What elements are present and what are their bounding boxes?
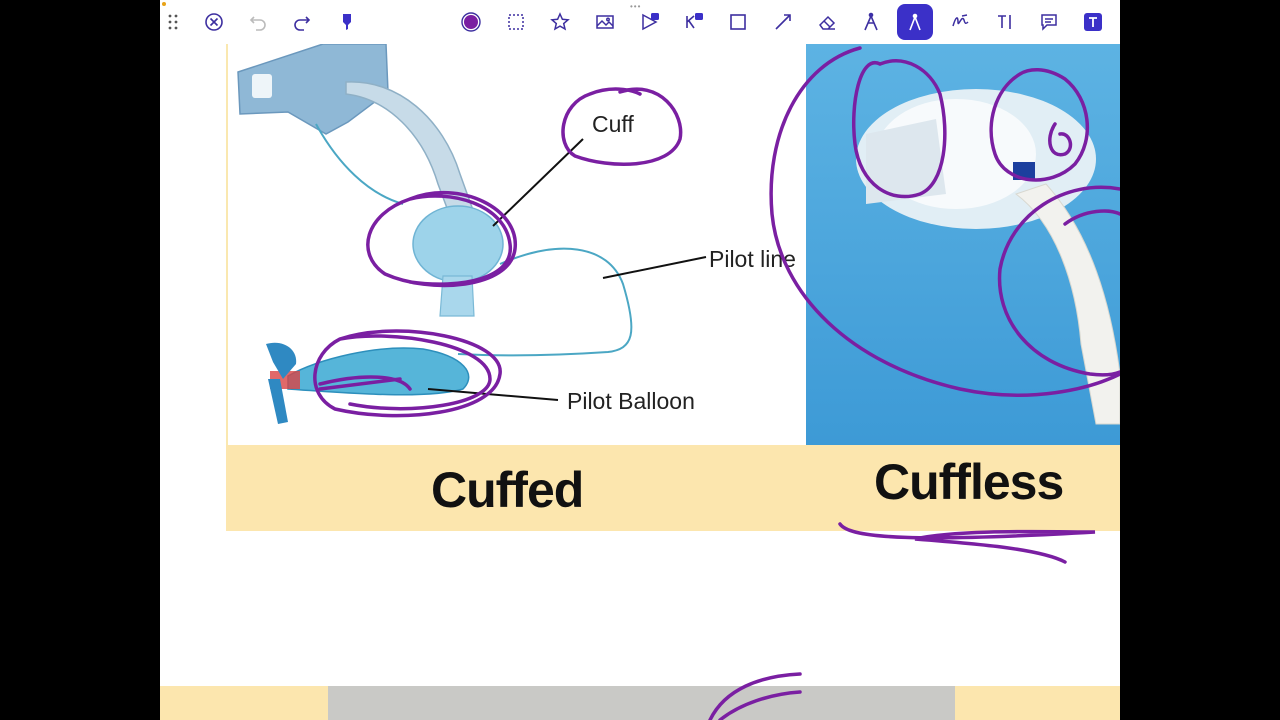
ink-circle-tube — [997, 185, 1120, 377]
document-page[interactable]: Cuff Pilot line Pilot Balloon Cuffed Cuf… — [160, 44, 1120, 720]
laser-pointer-icon[interactable] — [897, 4, 933, 40]
star-icon[interactable] — [545, 7, 575, 37]
undo-icon[interactable] — [243, 7, 273, 37]
close-icon[interactable] — [199, 7, 229, 37]
status-dot — [162, 2, 166, 6]
line-icon[interactable] — [768, 7, 798, 37]
highlighter-icon[interactable] — [332, 7, 362, 37]
drag-handle-icon[interactable] — [160, 7, 188, 37]
text-box-icon[interactable] — [1078, 7, 1108, 37]
color-picker-icon[interactable] — [456, 7, 486, 37]
eraser-icon[interactable] — [812, 7, 842, 37]
keynote-icon[interactable] — [679, 7, 709, 37]
ink-circle-pilot-balloon — [313, 329, 502, 418]
comment-icon[interactable] — [1034, 7, 1064, 37]
ink-circle-flange — [851, 59, 947, 199]
ink-scribble-pilot-balloon — [318, 375, 412, 391]
ink-circle-cuff — [366, 190, 517, 288]
redo-icon[interactable] — [287, 7, 317, 37]
signature-icon[interactable] — [945, 7, 975, 37]
ink-annotations — [313, 46, 1120, 720]
ink-circle-cuff-label — [561, 87, 683, 166]
text-tool-icon[interactable] — [990, 7, 1020, 37]
annotation-toolbar: ••• — [160, 0, 1120, 45]
shape-icon[interactable] — [723, 7, 753, 37]
image-icon[interactable] — [590, 7, 620, 37]
ink-spiral-connector — [1048, 122, 1073, 157]
ink-circle-connector — [989, 68, 1089, 182]
presentation-icon[interactable] — [635, 7, 665, 37]
document-viewer: ••• Cuff Pilot line Pilot Balloon Cuffed… — [160, 0, 1120, 720]
lasso-select-icon[interactable] — [501, 7, 531, 37]
ink-underline-cuffless — [838, 522, 1096, 564]
pen-icon[interactable] — [856, 7, 886, 37]
ink-scribble-bottom — [708, 672, 802, 720]
ink-curl-tube — [1063, 209, 1120, 226]
